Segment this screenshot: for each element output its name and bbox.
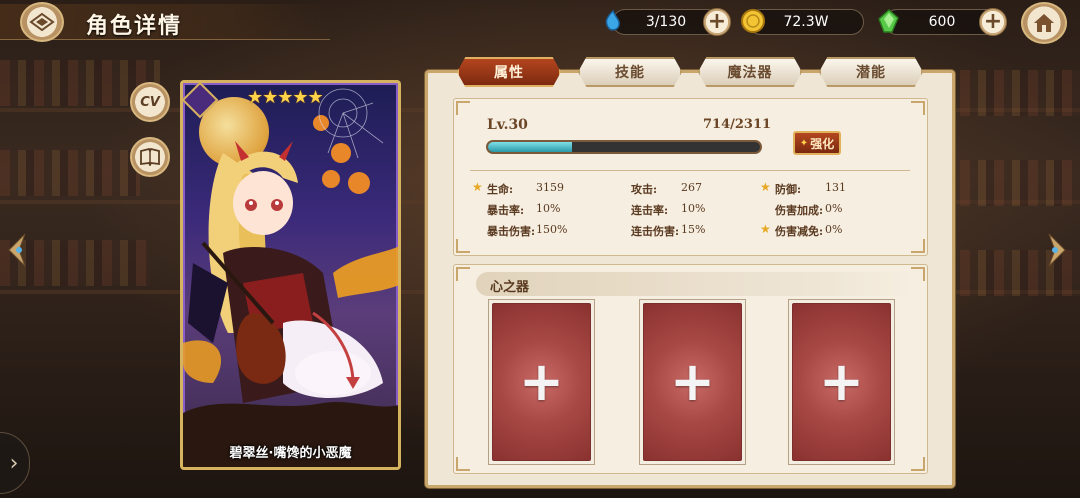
heart-vessel-title: 心之器: [490, 280, 530, 295]
corner-ornament: [911, 457, 925, 471]
damage-reduction-value: 0%: [825, 223, 843, 236]
home-button[interactable]: [1021, 2, 1067, 44]
character-name: 碧翠丝·嘴馋的小恶魔: [229, 446, 352, 461]
previous-character-button[interactable]: [4, 230, 30, 270]
arrow-left-icon: [8, 233, 26, 267]
corner-ornament: [456, 267, 470, 281]
crit-damage-label: 暴击伤害:: [487, 225, 536, 238]
atk-value: 267: [681, 181, 702, 194]
home-icon: [1034, 14, 1054, 32]
tab-attributes[interactable]: 属性: [457, 57, 561, 87]
star-icon: ★: [760, 180, 771, 194]
damage-reduction-label: 伤害减免:: [775, 225, 824, 238]
hp-value: 3159: [536, 181, 564, 194]
heart-vessel-header: [476, 272, 916, 296]
heart-vessel-slot-1[interactable]: +: [488, 299, 595, 465]
tab-potential-label: 潜能: [856, 65, 886, 81]
enhance-button[interactable]: ✦ 强化: [793, 131, 841, 155]
add-stamina-button[interactable]: +: [703, 8, 731, 36]
corner-ornament: [456, 239, 470, 253]
tab-skills[interactable]: 技能: [578, 57, 682, 87]
cv-label: CV: [140, 94, 160, 110]
slot-background: +: [792, 303, 891, 461]
back-icon: [29, 12, 55, 32]
tab-skills-label: 技能: [615, 65, 645, 81]
corner-ornament: [456, 457, 470, 471]
plus-icon: +: [518, 350, 565, 413]
profile-book-button[interactable]: [130, 137, 170, 177]
heart-vessel-slot-2[interactable]: +: [639, 299, 746, 465]
stats-divider: [470, 170, 910, 171]
gold-coin-icon: [740, 8, 766, 34]
star-icon: ★: [472, 180, 483, 194]
character-level: Lv.30: [487, 117, 528, 133]
combo-damage-label: 连击伤害:: [631, 225, 680, 238]
tab-attributes-label: 属性: [494, 65, 524, 81]
gold-value: 72.3W: [783, 14, 829, 30]
page-title: 角色详情: [86, 14, 183, 39]
character-illustration: [183, 88, 398, 467]
def-value: 131: [825, 181, 846, 194]
atk-label: 攻击:: [631, 183, 658, 196]
corner-ornament: [911, 239, 925, 253]
slot-background: +: [643, 303, 742, 461]
add-gems-button[interactable]: +: [979, 8, 1007, 36]
corner-ornament: [911, 101, 925, 115]
combo-rate-value: 10%: [681, 202, 706, 215]
stamina-icon: [600, 8, 626, 34]
tab-potential[interactable]: 潜能: [819, 57, 923, 87]
crit-damage-value: 150%: [536, 223, 568, 236]
tab-magic-items[interactable]: 魔法器: [698, 57, 802, 87]
expand-menu-button[interactable]: ›: [0, 432, 30, 494]
stamina-value: 3/130: [645, 14, 687, 30]
star-icon: ★: [760, 222, 771, 236]
book-icon: [140, 148, 160, 166]
cv-voice-button[interactable]: CV: [130, 82, 170, 122]
crit-rate-label: 暴击率:: [487, 204, 525, 217]
next-character-button[interactable]: [1044, 230, 1070, 270]
exp-progress-fill: [488, 142, 573, 152]
damage-bonus-label: 伤害加成:: [775, 204, 824, 217]
def-label: 防御:: [775, 183, 802, 196]
plus-icon: +: [669, 350, 716, 413]
exp-progress-bar: [486, 140, 762, 154]
corner-ornament: [456, 101, 470, 115]
tab-magic-items-label: 魔法器: [727, 65, 773, 81]
crit-rate-value: 10%: [536, 202, 561, 215]
enhance-icon: ✦: [799, 137, 809, 149]
exp-text: 714/2311: [703, 117, 772, 132]
hp-label: 生命:: [487, 183, 514, 196]
arrow-right-icon: [1048, 233, 1066, 267]
character-card: ★★★★★ 碧翠丝·嘴馋的小恶魔: [180, 80, 401, 470]
combo-rate-label: 连击率:: [631, 204, 669, 217]
damage-bonus-value: 0%: [825, 202, 843, 215]
plus-icon: +: [818, 350, 865, 413]
gem-value: 600: [928, 14, 956, 30]
heart-vessel-slot-3[interactable]: +: [788, 299, 895, 465]
chevron-right-icon: ›: [9, 450, 19, 476]
back-button[interactable]: [20, 2, 64, 42]
top-bar: 角色详情 3/130 + 72.3W 600 +: [0, 0, 1080, 46]
slot-background: +: [492, 303, 591, 461]
enhance-label: 强化: [810, 136, 835, 151]
combo-damage-value: 15%: [681, 223, 706, 236]
green-gem-icon: [876, 8, 902, 34]
